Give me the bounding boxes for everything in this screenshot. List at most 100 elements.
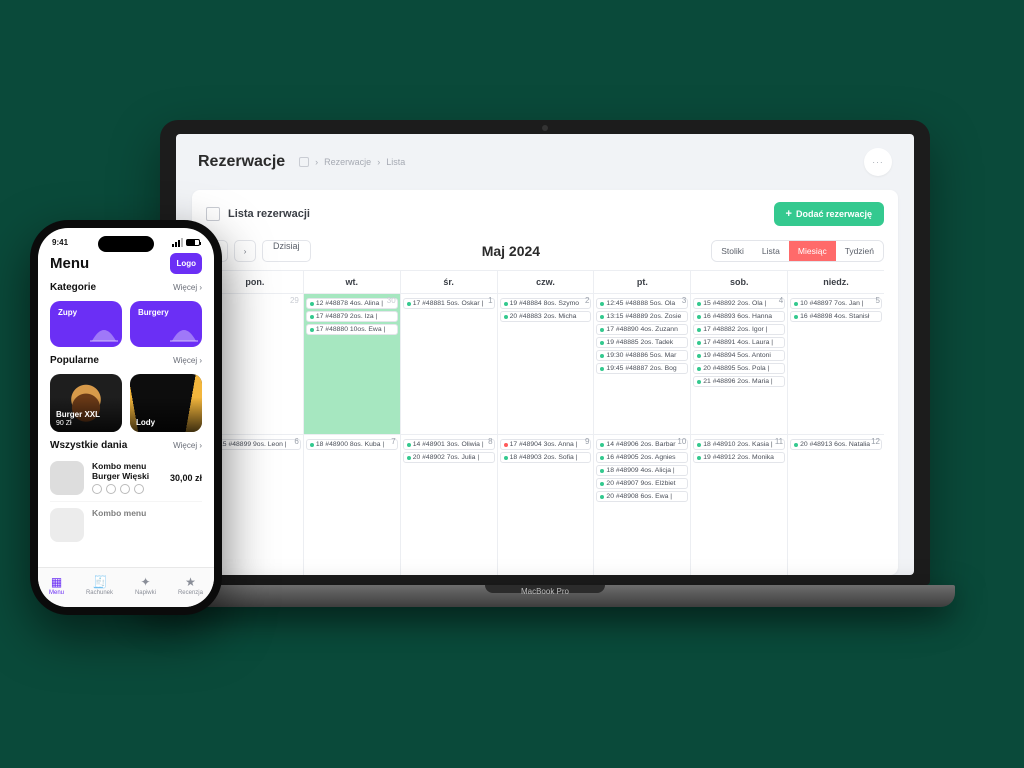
day-number: 2 (585, 296, 589, 305)
day-number: 8 (488, 437, 492, 446)
calendar-cell[interactable]: 917 #48904 3os. Anna |18 #48903 2os. Sof… (497, 434, 594, 575)
reservation-chip[interactable]: 20 #48913 6os. Natalia (790, 439, 882, 450)
dish-row[interactable]: Kombo menu (50, 501, 202, 548)
laptop-base (135, 585, 955, 607)
view-lista[interactable]: Lista (753, 241, 789, 261)
reservation-chip[interactable]: 17 #48881 5os. Oskar | (403, 298, 495, 309)
page-title: Rezerwacje (198, 153, 285, 171)
weekday-label: wt. (303, 271, 400, 293)
popular-more-link[interactable]: Więcej (173, 356, 202, 365)
reservation-chip[interactable]: 17 #48891 4os. Laura | (693, 337, 785, 348)
popular-card[interactable]: Lody (130, 374, 202, 432)
calendar-cell[interactable]: 117 #48881 5os. Oskar | (400, 293, 497, 434)
weekday-label: czw. (497, 271, 594, 293)
dish-row[interactable]: Kombo menu Burger Więski 30,00 zł (50, 455, 202, 501)
view-stoliki[interactable]: Stoliki (712, 241, 753, 261)
category-card[interactable]: Zupy (50, 301, 122, 347)
signal-icon (172, 238, 183, 247)
categories-more-link[interactable]: Więcej (173, 283, 202, 292)
reservation-chip[interactable]: 17 #48879 2os. Iza | (306, 311, 398, 322)
reservation-chip[interactable]: 17 #48890 4os. Zuzann (596, 324, 688, 335)
calendar-cell[interactable]: 219 #48884 8os. Szymo 20 #48883 2os. Mich… (497, 293, 594, 434)
battery-icon (186, 239, 200, 246)
weekday-label: śr. (400, 271, 497, 293)
reservation-chip[interactable]: 15 #48892 2os. Ola | (693, 298, 785, 309)
reservation-chip[interactable]: 20 #48883 2os. Micha (500, 311, 592, 322)
home-icon[interactable] (299, 157, 309, 167)
weekday-label: pt. (593, 271, 690, 293)
reservation-chip[interactable]: 18 #48910 2os. Kasia | (693, 439, 785, 450)
reservation-chip[interactable]: 18 #48903 2os. Sofia | (500, 452, 592, 463)
calendar-cell[interactable]: 814 #48901 3os. Oliwia | 20 #48902 7os. J… (400, 434, 497, 575)
section-categories-header: Kategorie Więcej (38, 280, 214, 295)
reservation-chip[interactable]: 20 #48908 6os. Ewa | (596, 491, 688, 502)
reservation-chip[interactable]: 17 #48904 3os. Anna | (500, 439, 592, 450)
reservation-chip[interactable]: 19 #48884 8os. Szymo (500, 298, 592, 309)
categories-row: ZupyBurgery (38, 295, 214, 353)
breadcrumb-item[interactable]: Rezerwacje (324, 157, 371, 167)
all-dishes-more-link[interactable]: Więcej (173, 441, 202, 450)
day-number: 30 (387, 296, 396, 305)
reservation-chip[interactable]: 19 #48912 2os. Monika (693, 452, 785, 463)
reservation-chip[interactable]: 16 #48893 6os. Hanna (693, 311, 785, 322)
dishes-list: Kombo menu Burger Więski 30,00 zł Kombo … (38, 453, 214, 548)
calendar-grid: 29 3012 #48878 4os. Alina | 17 #48879 2os.… (206, 293, 884, 575)
reservation-chip[interactable]: 16 #48905 2os. Agnies (596, 452, 688, 463)
reservation-chip[interactable]: 13:15 #48889 2os. Zosie (596, 311, 688, 322)
laptop-bezel: Rezerwacje › Rezerwacje › Lista ··· List… (160, 120, 930, 585)
reservation-chip[interactable]: 19 #48885 2os. Tadek (596, 337, 688, 348)
reservation-chip[interactable]: 18 #48900 8os. Kuba | (306, 439, 398, 450)
calendar-cell[interactable]: 312:45 #48888 5os. Ola13:15 #48889 2os. … (593, 293, 690, 434)
reservation-chip[interactable]: 16 #48898 4os. Stanisł (790, 311, 882, 322)
reservation-chip[interactable]: 12 #48878 4os. Alina | (306, 298, 398, 309)
reservation-chip[interactable]: 21 #48896 2os. Maria | (693, 376, 785, 387)
view-tydzień[interactable]: Tydzień (836, 241, 883, 261)
reservation-chip[interactable]: 14 #48906 2os. Barbar (596, 439, 688, 450)
popular-card[interactable]: Burger XXL90 Zł (50, 374, 122, 432)
tab-rachunek[interactable]: 🧾Rachunek (86, 575, 113, 596)
category-card[interactable]: Burgery (130, 301, 202, 347)
view-miesiąc[interactable]: Miesiąc (789, 241, 836, 261)
logo-badge[interactable]: Logo (170, 253, 202, 274)
laptop-mock: Rezerwacje › Rezerwacje › Lista ··· List… (160, 120, 930, 620)
tab-napiwki[interactable]: ✦Napiwki (135, 575, 156, 596)
reservation-chip[interactable]: 19 #48894 5os. Antoni (693, 350, 785, 361)
reservation-chip[interactable]: 20 #48895 5os. Pola | (693, 363, 785, 374)
reservation-chip[interactable]: 10 #48897 7os. Jan | (790, 298, 882, 309)
breadcrumb: › Rezerwacje › Lista (299, 157, 405, 167)
calendar-cell[interactable]: 510 #48897 7os. Jan | 16 #48898 4os. Stan… (787, 293, 884, 434)
reservation-chip[interactable]: 20 #48907 9os. Elżbiet (596, 478, 688, 489)
add-reservation-button[interactable]: Dodać rezerwację (774, 202, 884, 226)
laptop-camera-icon (542, 125, 548, 131)
calendar-cell[interactable]: 1118 #48910 2os. Kasia |19 #48912 2os. M… (690, 434, 787, 575)
day-number: 5 (876, 296, 880, 305)
reservation-chip[interactable]: 14 #48901 3os. Oliwia | (403, 439, 495, 450)
app-header: Rezerwacje › Rezerwacje › Lista ··· (176, 134, 914, 190)
reservation-chip[interactable]: 17 #48880 10os. Ewa | (306, 324, 398, 335)
calendar-cell[interactable]: 1220 #48913 6os. Natalia (787, 434, 884, 575)
tab-menu[interactable]: ▦Menu (49, 575, 64, 596)
day-number: 1 (488, 296, 492, 305)
cloche-icon (170, 325, 198, 345)
day-number: 29 (290, 296, 299, 305)
calendar-cell[interactable]: 415 #48892 2os. Ola |16 #48893 6os. Hann… (690, 293, 787, 434)
calendar-cell[interactable]: 1014 #48906 2os. Barbar16 #48905 2os. Ag… (593, 434, 690, 575)
tab-icon: ✦ (138, 575, 152, 589)
calendar-cell[interactable]: 718 #48900 8os. Kuba | (303, 434, 400, 575)
reservation-chip[interactable]: 20 #48902 7os. Julia | (403, 452, 495, 463)
phone-title: Menu (50, 255, 89, 272)
reservation-chip[interactable]: 18 #48909 4os. Alicja | (596, 465, 688, 476)
breadcrumb-item[interactable]: Lista (386, 157, 405, 167)
dynamic-island-icon (98, 236, 154, 252)
reservation-chip[interactable]: 17 #48882 2os. Igor | (693, 324, 785, 335)
calendar-cell[interactable]: 3012 #48878 4os. Alina | 17 #48879 2os. I… (303, 293, 400, 434)
tab-recenzja[interactable]: ★Recenzja (178, 575, 203, 596)
reservation-chip[interactable]: 12:45 #48888 5os. Ola (596, 298, 688, 309)
day-number: 12 (871, 437, 880, 446)
more-menu-button[interactable]: ··· (864, 148, 892, 176)
today-button[interactable]: Dzisiaj (262, 240, 311, 262)
reservation-chip[interactable]: 19:30 #48886 5os. Mar (596, 350, 688, 361)
reservation-chip[interactable]: 19:45 #48887 2os. Bog (596, 363, 688, 374)
reservation-chip[interactable]: 15 #48899 9os. Leon | (209, 439, 301, 450)
next-month-button[interactable]: › (234, 240, 256, 262)
